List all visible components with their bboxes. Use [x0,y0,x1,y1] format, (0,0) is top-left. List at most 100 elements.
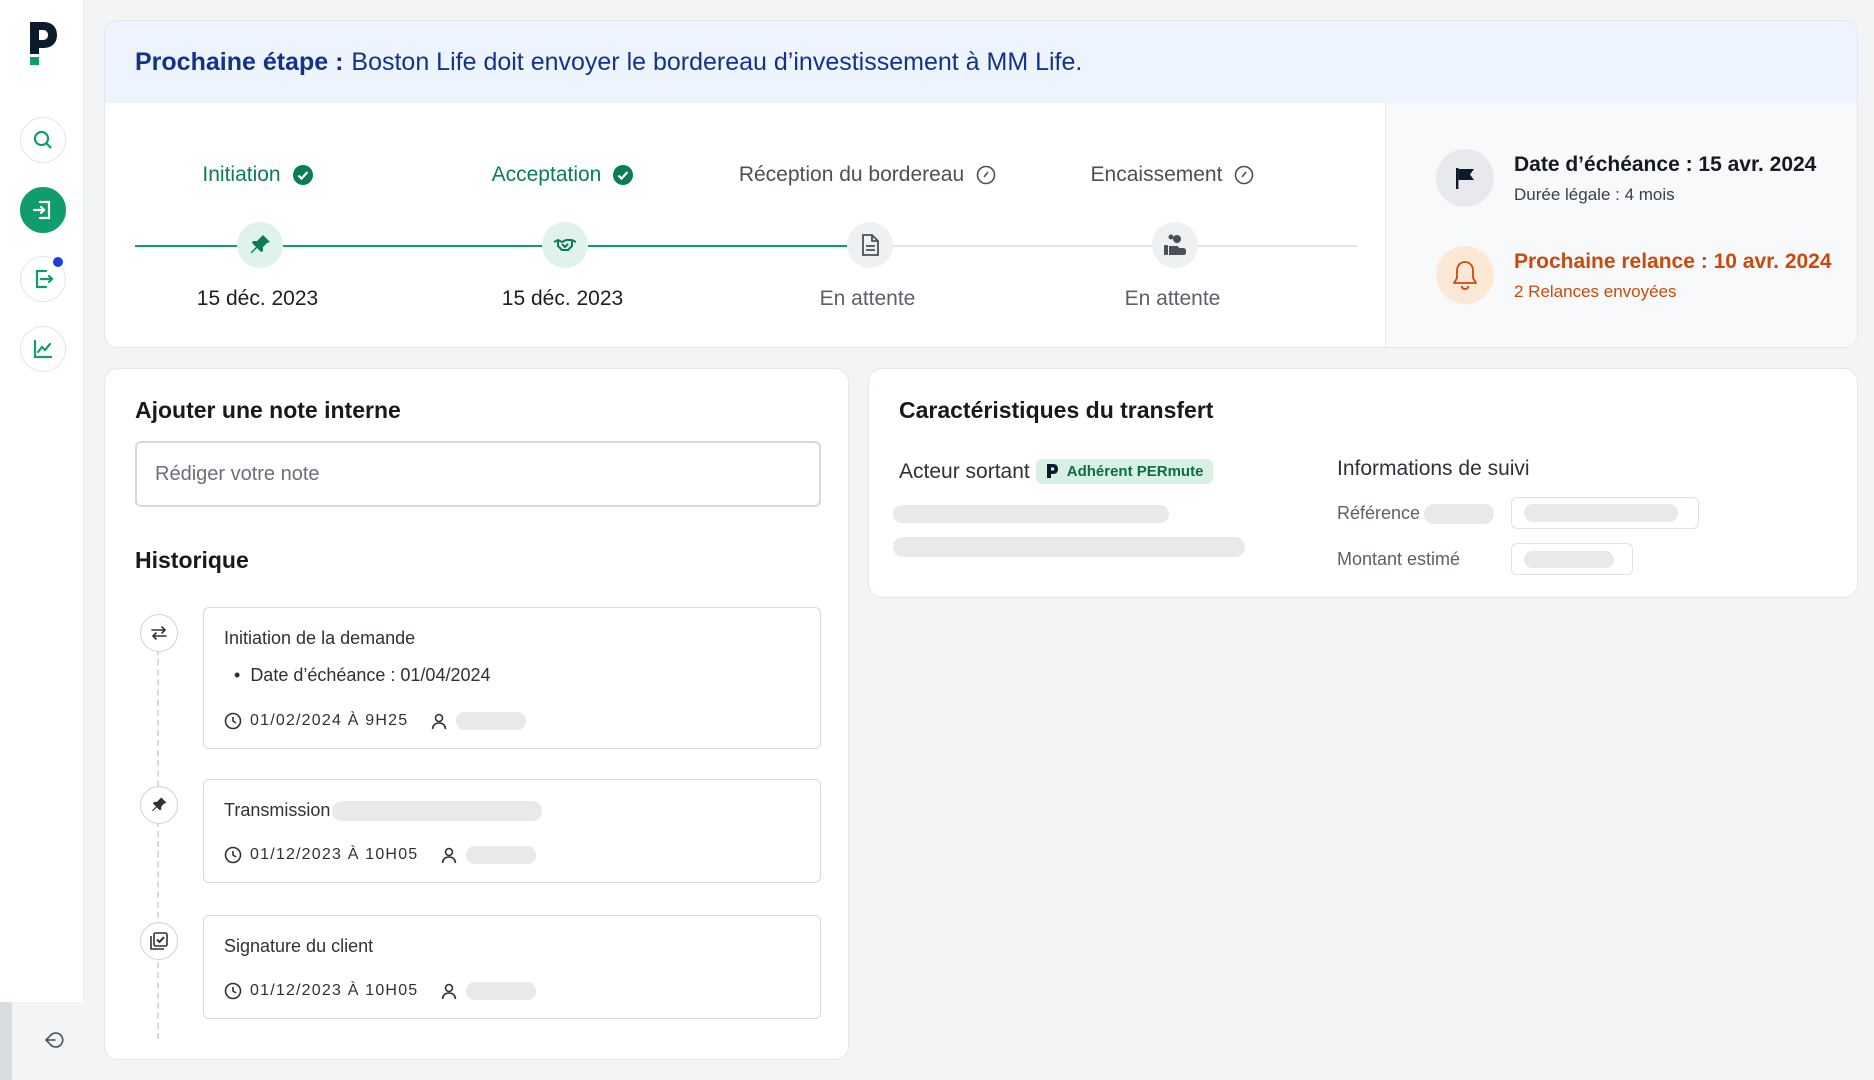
notes-title: Ajouter une note interne [135,397,401,423]
check-circle-icon [292,165,313,185]
deadline-subtitle: Durée légale : 4 mois [1514,185,1675,204]
deadline-info: Date d’échéance : 15 avr. 2024 Durée lég… [1436,149,1816,207]
actor-badge: Adhérent PERmute [1035,459,1214,484]
step-initiation: Initiation 15 déc. 2023 [105,103,410,347]
user-placeholder [466,846,537,864]
actor-placeholder-1 [893,505,1169,523]
sidebar-footer [0,1002,84,1080]
progress-stepper: Initiation 15 déc. 2023 Acceptation 15 d… [105,103,1385,347]
chart-icon [33,339,53,359]
search-icon [33,130,52,149]
event-timestamp: 01/12/2023 À 10H05 [250,982,419,999]
history-event: Initiation de la demande • Date d’échéan… [203,607,821,749]
notification-dot [51,255,65,269]
step-icon-circle [847,222,893,268]
swap-arrows-icon [151,626,167,640]
document-icon [862,234,879,256]
user-placeholder [466,982,537,1000]
reminder-subtitle: 2 Relances envoyées [1514,282,1677,301]
event-detail: • Date d’échéance : 01/04/2024 [234,665,491,685]
amount-value-box [1511,543,1633,575]
event-meta: 01/12/2023 À 10H05 [224,982,537,1000]
timeline-icon [140,786,178,824]
pin-icon [152,797,167,811]
incoming-transfers-nav-button[interactable] [20,187,66,233]
cash-hand-icon [1164,234,1186,255]
event-meta: 01/02/2024 À 9H25 [224,712,527,730]
timeline-icon [140,922,178,960]
step-label: Acceptation [410,163,715,187]
title-placeholder [332,800,543,821]
reminder-title: Prochaine relance : 10 avr. 2024 [1514,250,1832,273]
notes-history-card: Ajouter une note interne Historique Init… [104,368,849,1060]
transfer-status-card: Prochaine étape : Boston Life doit envoy… [104,20,1858,348]
deadline-panel: Date d’échéance : 15 avr. 2024 Durée lég… [1385,103,1857,347]
reference-placeholder [1424,503,1495,524]
bell-icon [1453,261,1477,290]
user-icon [442,983,457,1000]
bell-icon-wrap [1436,246,1494,304]
reference-value-placeholder [1524,504,1678,522]
event-title: Transmission [224,800,543,821]
history-event: Signature du client 01/12/2023 À 10H05 [203,915,821,1019]
permute-logo-icon [1046,464,1058,478]
handshake-icon [553,239,577,251]
actor-placeholder-2 [893,537,1245,557]
logout-icon[interactable] [45,1030,65,1050]
clock-check-icon [1235,165,1254,185]
step-icon-circle [542,222,588,268]
search-nav-button[interactable] [20,117,66,163]
deadline-title: Date d’échéance : 15 avr. 2024 [1514,153,1817,176]
next-step-text: Boston Life doit envoyer le bordereau d’… [351,47,1083,76]
enter-icon [32,200,51,220]
step-date: En attente [819,287,916,310]
outgoing-actor: Acteur sortant Adhérent PERmute [899,459,1214,484]
step-date: 15 déc. 2023 [196,287,319,310]
analytics-nav-button[interactable] [20,326,66,372]
step-icon-circle [1152,222,1198,268]
amount-value-placeholder [1524,551,1614,568]
sidebar [0,0,84,1080]
clock-icon [224,712,242,730]
user-placeholder [456,712,527,730]
clock-icon [224,982,242,1000]
step-label: Initiation [105,163,410,187]
step-label: Encaissement [1020,163,1325,187]
flag-icon-wrap [1436,149,1494,207]
amount-label: Montant estimé [1337,549,1461,569]
step-encaissement: Encaissement En attente [1020,103,1325,347]
event-title: Initiation de la demande [224,628,416,648]
history-event: Transmission 01/12/2023 À 10H05 [203,779,821,883]
actor-label: Acteur sortant [899,459,1030,483]
user-icon [442,847,457,864]
amount-row: Montant estimé [1337,549,1460,570]
next-step-lead: Prochaine étape : [135,47,344,76]
check-circle-icon [613,165,634,185]
pin-icon [251,235,270,253]
step-date: En attente [1124,287,1221,310]
exit-icon [35,269,54,289]
logo[interactable] [27,20,59,66]
event-timestamp: 01/02/2024 À 9H25 [250,712,409,729]
event-meta: 01/12/2023 À 10H05 [224,846,537,864]
reference-label: Référence [1337,503,1421,523]
clock-icon [224,846,242,864]
step-date: 15 déc. 2023 [501,287,624,310]
outgoing-transfers-nav-button[interactable] [20,255,66,302]
event-title: Signature du client [224,936,374,956]
step-icon-circle [237,222,283,268]
history-title: Historique [135,547,249,573]
note-input[interactable] [135,441,821,507]
reference-value-box [1511,497,1699,529]
clock-check-icon [976,165,996,185]
flag-icon [1456,168,1474,189]
signed-checkbox-icon [150,932,168,950]
timeline-line [157,629,159,1039]
event-timestamp: 01/12/2023 À 10H05 [250,846,419,863]
follow-title: Informations de suivi [1337,457,1530,480]
transfer-characteristics-card: Caractéristiques du transfert Acteur sor… [868,368,1858,598]
step-acceptation: Acceptation 15 déc. 2023 [410,103,715,347]
timeline-icon [140,614,178,652]
step-reception-bordereau: Réception du bordereau En attente [715,103,1020,347]
reference-row: Référence [1337,503,1495,524]
